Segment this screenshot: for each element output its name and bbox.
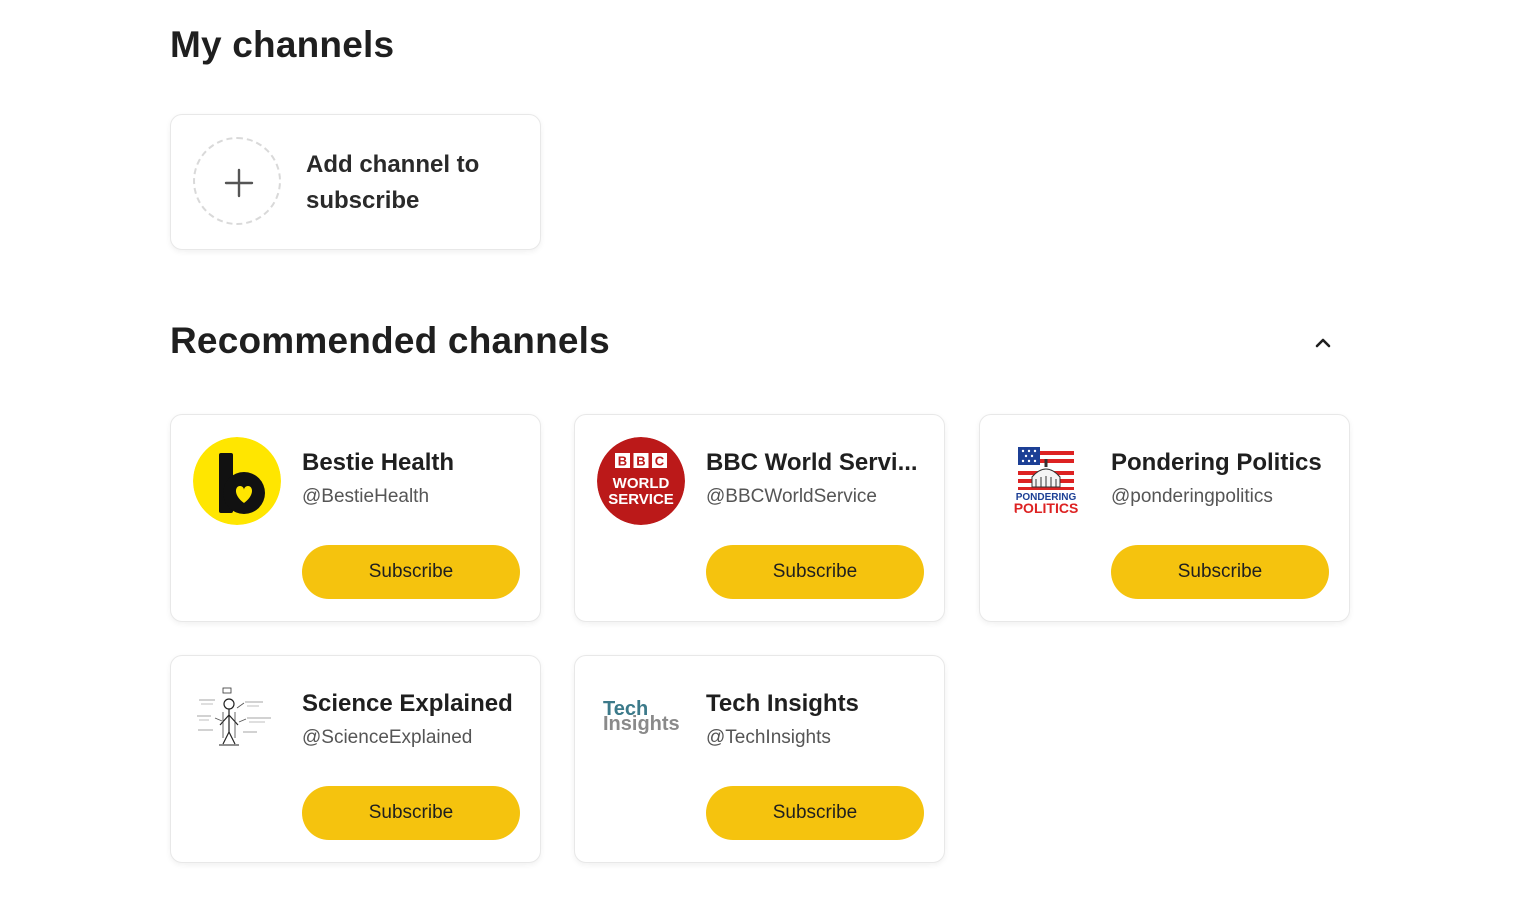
bbc-letter-b1: B [618,454,627,469]
bbc-logo-line2: SERVICE [608,491,674,508]
tech-insights-logo-text: Tech Insights [603,699,680,735]
collapse-recommended-button[interactable] [1306,326,1340,360]
channel-name: Science Explained [302,690,513,717]
channel-card-bbc-world-service[interactable]: B B C WORLD SERVICE BBC World Servi... @… [574,414,945,622]
my-channels-title: My channels [170,24,395,65]
bbc-letter-c: C [655,454,665,469]
add-channel-label: Add channel to subscribe [306,151,480,214]
subscribe-button[interactable]: Subscribe [302,786,520,840]
channel-handle: @BestieHealth [302,486,430,507]
bestie-health-logo [193,437,281,525]
chevron-up-icon [1315,338,1331,348]
bbc-letter-b2: B [636,454,645,469]
channel-name: Bestie Health [302,449,455,476]
add-channel-circle[interactable] [193,137,281,225]
channel-card-bestie-health[interactable]: Bestie Health @BestieHealth Subscribe [170,414,541,622]
science-explained-sketch [193,678,281,766]
tech-logo-line2: Insights [603,713,680,735]
subscribe-button[interactable]: Subscribe [706,545,924,599]
channel-card-pondering-politics[interactable]: PONDERING POLITICS Pondering Politics @p… [979,414,1350,622]
channels-page: My channels Add channel to subscribe Rec… [0,0,1530,900]
plus-icon [224,168,254,198]
channel-name: Tech Insights [706,690,859,717]
subscribe-button[interactable]: Subscribe [1111,545,1329,599]
channel-handle: @TechInsights [706,727,831,748]
channel-name: Pondering Politics [1111,449,1322,476]
pondering-logo-line2: POLITICS [1014,500,1079,516]
add-channel-card[interactable]: Add channel to subscribe [170,114,541,250]
channel-card-tech-insights[interactable]: Tech Insights Tech Insights @TechInsight… [574,655,945,863]
recommended-channels-title: Recommended channels [170,320,610,361]
pondering-politics-logo: PONDERING POLITICS [1002,437,1090,525]
subscribe-button[interactable]: Subscribe [302,545,520,599]
channel-card-science-explained[interactable]: Science Explained @ScienceExplained Subs… [170,655,541,863]
tech-insights-logo: Tech Insights [597,678,685,766]
channel-name: BBC World Servi... [706,449,918,476]
channel-handle: @ponderingpolitics [1111,486,1273,507]
bbc-logo-line1: WORLD [613,475,670,492]
channel-handle: @ScienceExplained [302,727,473,748]
subscribe-button[interactable]: Subscribe [706,786,924,840]
channel-handle: @BBCWorldService [706,486,877,507]
bbc-world-service-logo: B B C WORLD SERVICE [597,437,685,525]
